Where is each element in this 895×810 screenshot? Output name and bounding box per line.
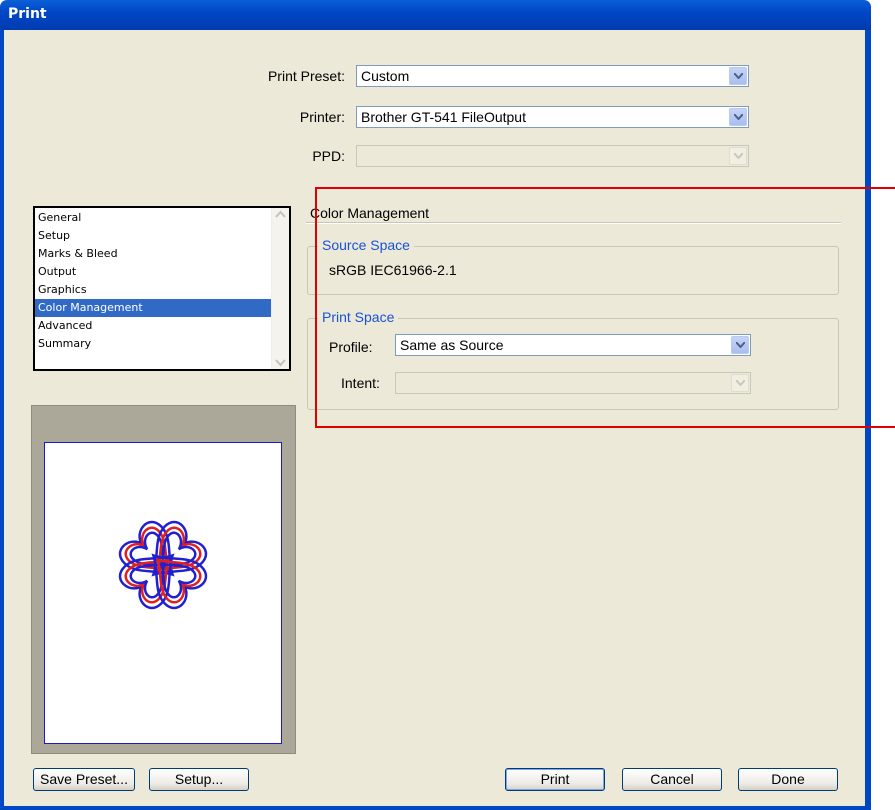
print-preview — [31, 405, 296, 754]
chevron-down-icon[interactable] — [729, 67, 747, 85]
scrollbar-arrows-icon — [275, 210, 286, 367]
printer-select[interactable]: Brother GT-541 FileOutput — [356, 106, 749, 128]
title-bar[interactable]: Print — [0, 0, 871, 30]
category-list[interactable]: General Setup Marks & Bleed Output Graph… — [33, 206, 291, 371]
printer-label: Printer: — [299, 109, 345, 125]
list-item-summary[interactable]: Summary — [35, 335, 289, 353]
list-item-setup[interactable]: Setup — [35, 227, 289, 245]
list-scrollbar[interactable] — [271, 208, 289, 369]
list-item-marks-bleed[interactable]: Marks & Bleed — [35, 245, 289, 263]
list-item-general[interactable]: General — [35, 209, 289, 227]
done-button[interactable]: Done — [738, 768, 838, 791]
list-item-output[interactable]: Output — [35, 263, 289, 281]
cancel-button[interactable]: Cancel — [622, 768, 722, 791]
list-item-advanced[interactable]: Advanced — [35, 317, 289, 335]
ppd-select — [356, 145, 749, 167]
print-preset-select[interactable]: Custom — [356, 65, 749, 87]
save-preset-button[interactable]: Save Preset... — [33, 768, 135, 791]
printer-value: Brother GT-541 FileOutput — [361, 109, 526, 125]
setup-button[interactable]: Setup... — [149, 768, 249, 791]
print-preset-label: Print Preset: — [267, 68, 345, 84]
list-item-graphics[interactable]: Graphics — [35, 281, 289, 299]
print-preset-value: Custom — [361, 68, 410, 84]
four-heart-clover-icon — [114, 516, 212, 614]
preview-page — [44, 442, 282, 744]
print-button[interactable]: Print — [505, 768, 605, 791]
chevron-down-icon — [729, 147, 747, 165]
ppd-label: PPD: — [312, 148, 345, 164]
list-item-color-management[interactable]: Color Management — [35, 299, 272, 317]
print-dialog: Print Print Preset: Custom Printer: Brot… — [0, 0, 895, 810]
window-title: Print — [8, 6, 47, 22]
chevron-down-icon[interactable] — [729, 108, 747, 126]
highlight-box — [315, 187, 895, 428]
